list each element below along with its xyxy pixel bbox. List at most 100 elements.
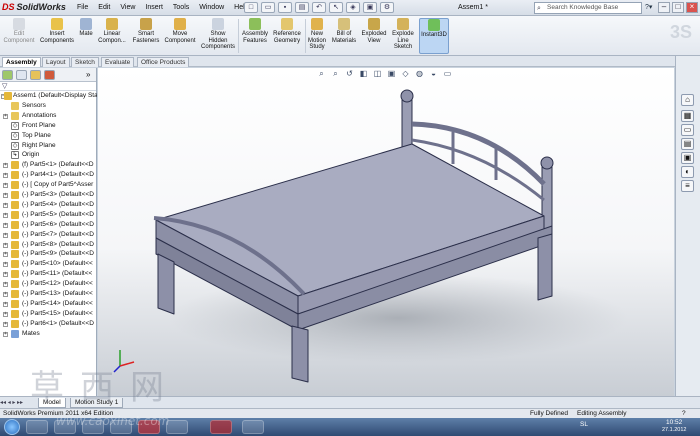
tree-item-annot[interactable]: + Annotations [0, 111, 97, 121]
menu-file[interactable]: File [72, 3, 93, 13]
tree-item-part[interactable]: + (-) Part5<4> (Default<<D [0, 200, 97, 210]
linear-component-pattern-button[interactable]: Linear Compon... [97, 18, 127, 44]
mate-button[interactable]: Mate [77, 18, 95, 38]
expand-toggle-icon[interactable]: + [3, 262, 8, 268]
solidworks-resources-icon[interactable]: ⌂ [681, 94, 694, 106]
help-icon[interactable]: ?▾ [645, 3, 652, 11]
close-icon[interactable]: × [686, 2, 698, 13]
expand-toggle-icon[interactable]: + [3, 222, 8, 228]
save-icon[interactable]: ▪ [278, 2, 292, 13]
expand-toggle-icon[interactable]: + [3, 242, 8, 248]
solidworks-logo[interactable]: DS SolidWorks [2, 2, 72, 14]
expand-toggle-icon[interactable]: + [3, 113, 8, 119]
expand-toggle-icon[interactable]: + [3, 183, 8, 189]
taskbar-explorer-icon[interactable] [26, 420, 48, 434]
explode-line-sketch-button[interactable]: Explode Line Sketch [390, 18, 416, 51]
expand-toggle-icon[interactable]: + [3, 292, 8, 297]
tab-evaluate[interactable]: Evaluate [101, 57, 135, 67]
tree-item-part[interactable]: + (-) [ Copy of Part5^Asser [0, 180, 97, 190]
view-palette-icon[interactable]: ▣ [681, 152, 694, 164]
search-results-icon[interactable]: ▤ [681, 138, 694, 150]
new-motion-study-button[interactable]: New Motion Study [306, 18, 328, 51]
bill-of-materials-button[interactable]: Bill of Materials [331, 18, 357, 44]
menu-edit[interactable]: Edit [93, 3, 115, 13]
design-library-icon[interactable]: ▦ [681, 110, 694, 122]
display-manager-tab-icon[interactable] [44, 70, 55, 80]
show-hidden-components-button[interactable]: Show Hidden Components [200, 18, 236, 51]
expand-toggle-icon[interactable]: + [3, 331, 8, 337]
search-input[interactable]: Search Knowledge Base ⌕ [534, 2, 642, 14]
tree-item-folder[interactable]: Sensors [0, 101, 97, 111]
expand-toggle-icon[interactable]: + [3, 282, 8, 288]
clock-time[interactable]: 10:52 [666, 419, 682, 426]
tree-root-assembly[interactable]: −Assem1 (Default<Display Sta [0, 91, 97, 101]
assembly-features-button[interactable]: Assembly Features [240, 18, 270, 44]
reference-geometry-button[interactable]: Reference Geometry [271, 18, 303, 44]
edit-component-button[interactable]: Edit Component [2, 18, 36, 44]
tree-item-part[interactable]: + (-) Part5<10> (Default<< [0, 259, 97, 269]
tab-scroll-arrows-icon[interactable]: ◂◂ ◂ ▸ ▸▸ [0, 399, 23, 406]
tree-item-part[interactable]: + (-) Part5<12> (Default<< [0, 279, 97, 289]
taskbar-screen-icon[interactable] [242, 420, 264, 434]
expand-toggle-icon[interactable]: + [3, 193, 8, 198]
expand-toggle-icon[interactable]: + [3, 272, 8, 278]
expand-toggle-icon[interactable]: + [3, 252, 8, 258]
tree-item-part[interactable]: + (-) Part5<5> (Default<<D [0, 210, 97, 220]
tree-item-part[interactable]: + (-) Part4<1> (Default<<D [0, 170, 97, 180]
new-document-icon[interactable]: □ [244, 2, 258, 13]
tree-item-part[interactable]: + (-) Part5<14> (Default<< [0, 299, 97, 309]
tree-item-plane[interactable]: ◇ Right Plane [0, 141, 97, 151]
tree-item-part[interactable]: + (-) Part5<13> (Default<< [0, 289, 97, 299]
expand-toggle-icon[interactable]: + [3, 202, 8, 208]
undo-icon[interactable]: ↶ [312, 2, 326, 13]
tab-assembly[interactable]: Assembly [2, 57, 41, 67]
tree-item-plane[interactable]: ◇ Top Plane [0, 131, 97, 141]
expand-toggle-icon[interactable]: + [3, 311, 8, 317]
feature-manager-tab-icon[interactable] [2, 70, 13, 80]
tree-item-origin[interactable]: ↳ Origin [0, 150, 97, 160]
minimize-icon[interactable]: – [658, 2, 670, 13]
expand-toggle-icon[interactable]: + [3, 321, 8, 327]
instant3d-button[interactable]: Instant3D [419, 18, 449, 54]
tab-office-products[interactable]: Office Products [137, 57, 190, 67]
tree-item-part[interactable]: + (-) Part5<8> (Default<<D [0, 240, 97, 250]
expand-toggle-icon[interactable]: + [3, 173, 8, 179]
print-icon[interactable]: ▤ [295, 2, 309, 13]
exploded-view-button[interactable]: Exploded View [360, 18, 388, 44]
expand-toggle-icon[interactable]: + [3, 163, 8, 169]
tree-item-part[interactable]: + (-) Part5<11> (Default<< [0, 269, 97, 279]
open-folder-icon[interactable]: ▭ [261, 2, 275, 13]
move-component-button[interactable]: Move Component [163, 18, 197, 44]
appearances-scenes-icon[interactable]: ◐ [681, 166, 694, 178]
tree-filter-bar[interactable]: ▽ [0, 82, 96, 91]
tree-item-part[interactable]: + (-) Part6<1> (Default<<D [0, 319, 97, 329]
status-help-icon[interactable]: ? [682, 409, 686, 418]
tree-item-part[interactable]: + (-) Part5<3> (Default<<D [0, 190, 97, 200]
expand-toggle-icon[interactable]: + [3, 232, 8, 238]
tree-item-mates[interactable]: + Mates [0, 329, 97, 339]
taskbar-pdf-icon[interactable] [210, 420, 232, 434]
custom-properties-icon[interactable]: ≡ [681, 180, 694, 192]
property-manager-tab-icon[interactable] [16, 70, 27, 80]
tree-item-plane[interactable]: ◇ Front Plane [0, 121, 97, 131]
tab-sketch[interactable]: Sketch [71, 57, 99, 67]
configuration-manager-tab-icon[interactable] [30, 70, 41, 80]
expand-toggle-icon[interactable]: + [3, 301, 8, 307]
menu-window[interactable]: Window [194, 3, 229, 13]
start-button-icon[interactable] [4, 419, 20, 435]
menu-insert[interactable]: Insert [140, 3, 168, 13]
tab-layout[interactable]: Layout [42, 57, 70, 67]
options-gear-icon[interactable]: ⚙ [380, 2, 394, 13]
tree-item-part[interactable]: + (-) Part5<15> (Default<< [0, 309, 97, 319]
rebuild-icon[interactable]: ◈ [346, 2, 360, 13]
tree-item-part[interactable]: + (f) Part5<1> (Default<<D [0, 160, 97, 170]
menu-tools[interactable]: Tools [168, 3, 194, 13]
expand-toggle-icon[interactable]: + [3, 212, 8, 218]
tree-item-part[interactable]: + (-) Part5<9> (Default<<D [0, 249, 97, 259]
bed-assembly-model[interactable] [98, 68, 674, 396]
file-explorer-icon[interactable]: ▭ [681, 124, 694, 136]
insert-components-button[interactable]: Insert Components [38, 18, 76, 44]
tree-item-part[interactable]: + (-) Part5<7> (Default<<D [0, 230, 97, 240]
graphics-area[interactable]: ⌕ ⌕ ↺ ◧ ◫ ▣ ◇ ◍ ◒ ▭ [98, 68, 674, 396]
expand-panel-icon[interactable]: » [86, 70, 90, 79]
